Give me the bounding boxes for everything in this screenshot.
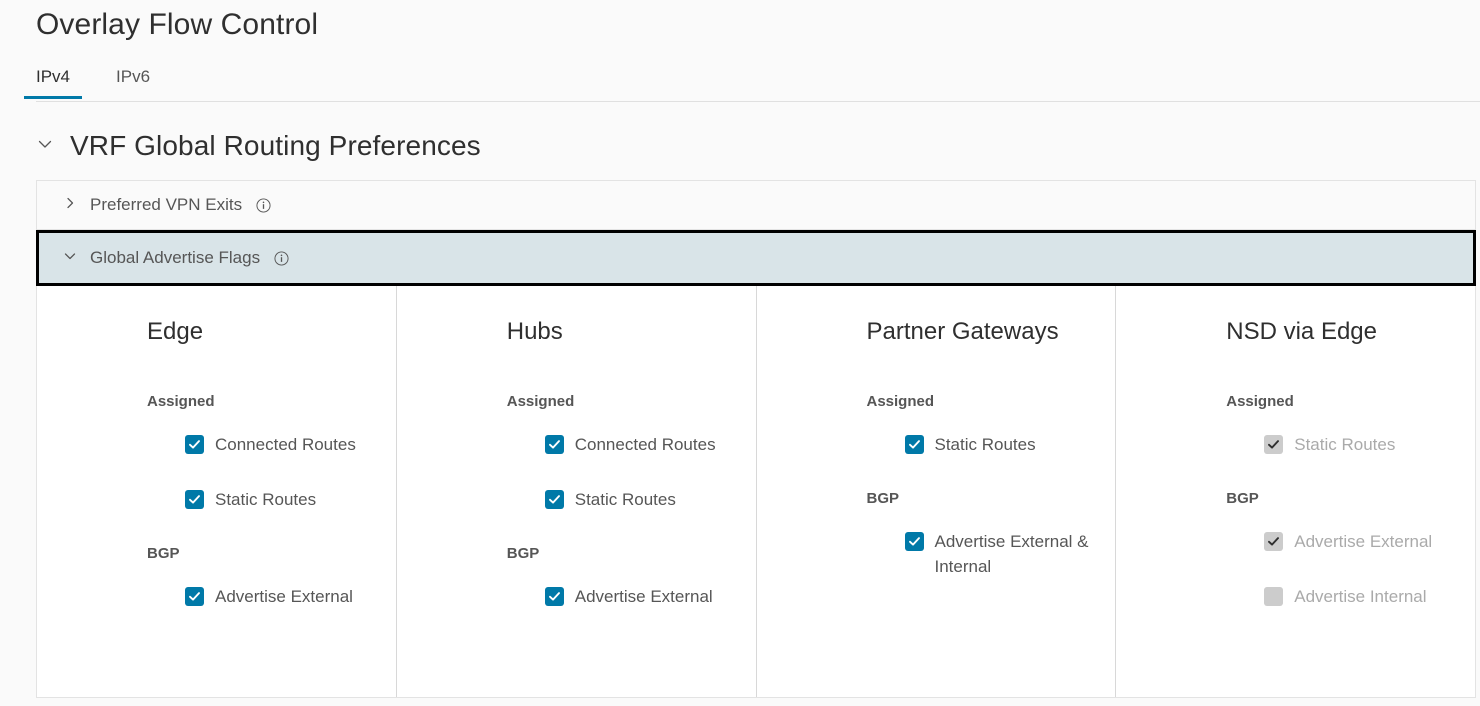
accordion-group: Preferred VPN Exits Global Advertise Fla… — [36, 180, 1476, 698]
chevron-right-icon — [63, 195, 77, 215]
checkbox-checked-icon[interactable] — [545, 587, 564, 606]
group-title: BGP — [397, 544, 756, 564]
checkbox-row[interactable]: Static Routes — [757, 432, 1116, 457]
chevron-down-icon — [36, 135, 54, 158]
group-title: Assigned — [397, 392, 756, 412]
group-title: BGP — [757, 489, 1116, 509]
checkbox-checked-icon[interactable] — [905, 532, 924, 551]
checkbox-row[interactable]: Static Routes — [37, 487, 396, 512]
column-title: Partner Gateways — [757, 316, 1116, 348]
group-assigned: Assigned Connected Routes Static Routes — [37, 392, 396, 512]
column-title: NSD via Edge — [1116, 316, 1475, 348]
checkbox-checked-icon — [1264, 532, 1283, 551]
column-hubs: Hubs Assigned Connected Routes Static Route… — [397, 286, 757, 697]
group-title: Assigned — [1116, 392, 1475, 412]
info-icon[interactable] — [273, 250, 289, 266]
checkbox-row[interactable]: Connected Routes — [37, 432, 396, 457]
tab-ipv6[interactable]: IPv6 — [104, 66, 162, 99]
tab-ipv4[interactable]: IPv4 — [24, 66, 82, 99]
section-title: VRF Global Routing Preferences — [70, 128, 481, 164]
checkbox-label: Advertise External — [575, 584, 713, 609]
checkbox-row[interactable]: Connected Routes — [397, 432, 756, 457]
checkbox-label: Static Routes — [215, 487, 316, 512]
checkbox-row: Static Routes — [1116, 432, 1475, 457]
group-title: BGP — [37, 544, 396, 564]
column-title: Edge — [37, 316, 396, 348]
checkbox-checked-icon[interactable] — [185, 587, 204, 606]
checkbox-label: Advertise External — [215, 584, 353, 609]
checkbox-label: Advertise Internal — [1294, 584, 1426, 609]
accordion-label: Preferred VPN Exits — [90, 194, 242, 216]
checkbox-row: Advertise External — [1116, 529, 1475, 554]
group-assigned: Assigned Static Routes — [1116, 392, 1475, 457]
column-partner-gateways: Partner Gateways Assigned Static Routes BGP… — [757, 286, 1117, 697]
column-nsd-via-edge: NSD via Edge Assigned Static Routes BGP Adve… — [1116, 286, 1475, 697]
group-bgp: BGP Advertise External — [37, 544, 396, 609]
advertise-flags-grid: Edge Assigned Connected Routes Static Route… — [36, 286, 1476, 698]
checkbox-label: Connected Routes — [575, 432, 716, 457]
checkbox-row[interactable]: Advertise External — [397, 584, 756, 609]
accordion-header-global-advertise-flags[interactable]: Global Advertise Flags — [36, 230, 1476, 286]
checkbox-row[interactable]: Advertise External & Internal — [757, 529, 1116, 579]
overlay-flow-control-page: Overlay Flow Control IPv4 IPv6 VRF Globa… — [0, 0, 1480, 706]
accordion-header-preferred-vpn-exits[interactable]: Preferred VPN Exits — [36, 180, 1476, 230]
group-title: Assigned — [37, 392, 396, 412]
column-edge: Edge Assigned Connected Routes Static Route… — [37, 286, 397, 697]
group-title: BGP — [1116, 489, 1475, 509]
checkbox-row: Advertise Internal — [1116, 584, 1475, 609]
checkbox-label: Advertise External — [1294, 529, 1432, 554]
checkbox-label: Static Routes — [575, 487, 676, 512]
info-icon[interactable] — [255, 197, 271, 213]
checkbox-checked-icon[interactable] — [545, 490, 564, 509]
checkbox-checked-icon[interactable] — [905, 435, 924, 454]
checkbox-row[interactable]: Advertise External — [37, 584, 396, 609]
accordion-label: Global Advertise Flags — [90, 247, 260, 269]
checkbox-checked-icon[interactable] — [185, 490, 204, 509]
checkbox-checked-icon — [1264, 435, 1283, 454]
group-bgp: BGP Advertise External & Internal — [757, 489, 1116, 579]
checkbox-label: Advertise External & Internal — [935, 529, 1102, 579]
chevron-down-icon — [63, 248, 77, 268]
checkbox-checked-icon[interactable] — [545, 435, 564, 454]
checkbox-label: Connected Routes — [215, 432, 356, 457]
checkbox-row[interactable]: Static Routes — [397, 487, 756, 512]
group-bgp: BGP Advertise External Advertise Internal — [1116, 489, 1475, 609]
checkbox-label: Static Routes — [1294, 432, 1395, 457]
checkbox-label: Static Routes — [935, 432, 1036, 457]
section-header-vrf-global-routing-preferences[interactable]: VRF Global Routing Preferences — [36, 128, 481, 164]
group-title: Assigned — [757, 392, 1116, 412]
tab-bar: IPv4 IPv6 — [36, 66, 1480, 102]
group-assigned: Assigned Static Routes — [757, 392, 1116, 457]
page-title: Overlay Flow Control — [36, 5, 318, 45]
group-assigned: Assigned Connected Routes Static Routes — [397, 392, 756, 512]
checkbox-unchecked-icon — [1264, 587, 1283, 606]
column-title: Hubs — [397, 316, 756, 348]
group-bgp: BGP Advertise External — [397, 544, 756, 609]
checkbox-checked-icon[interactable] — [185, 435, 204, 454]
